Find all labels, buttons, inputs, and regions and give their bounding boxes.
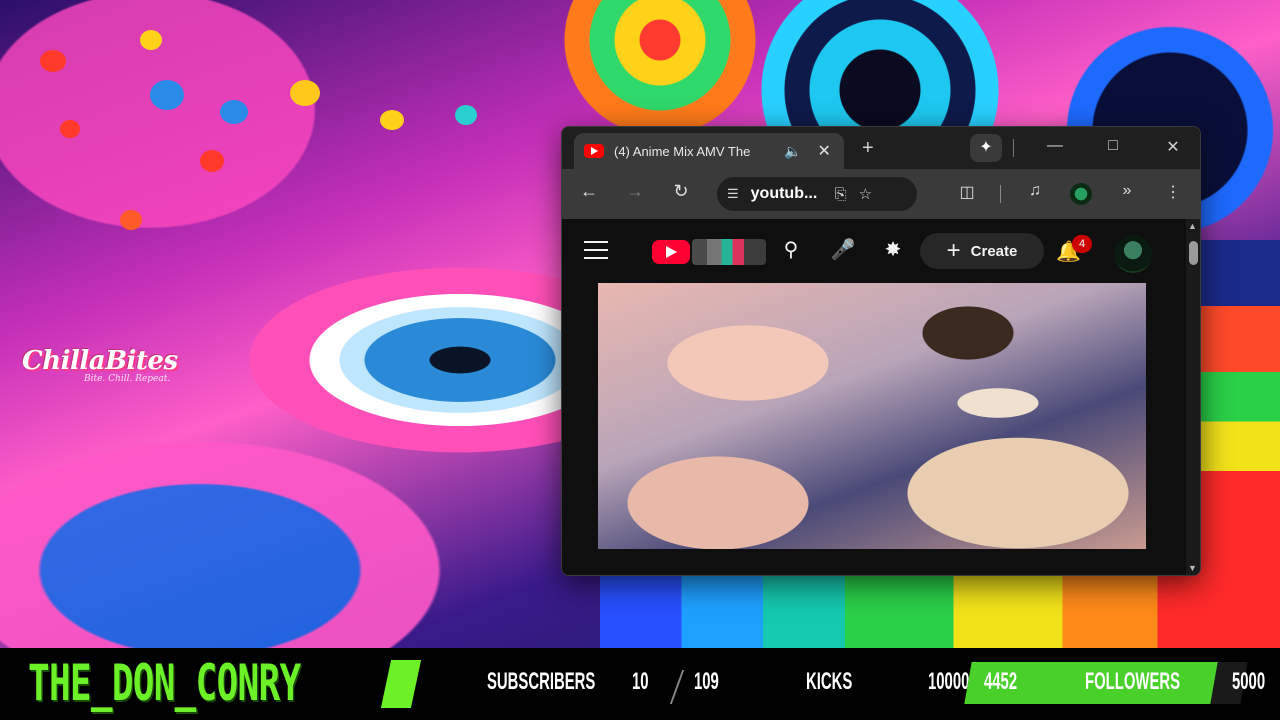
account-avatar[interactable]	[1114, 235, 1152, 273]
reload-icon[interactable]: ↻	[668, 181, 694, 202]
close-window-icon[interactable]: ✕	[1158, 137, 1188, 157]
youtube-header: ⚲ 🎤 ✸ + Create 🔔 4	[562, 219, 1186, 283]
paint-dot	[150, 80, 184, 110]
followers-current: 4452	[984, 668, 1018, 695]
youtube-doodle[interactable]	[692, 239, 766, 265]
subscribers-label: SUBSCRIBERS	[487, 668, 596, 695]
page-viewport: ⚲ 🎤 ✸ + Create 🔔 4 ▲ ▼	[562, 219, 1200, 575]
youtube-favicon-icon	[584, 144, 604, 158]
paint-dot	[380, 110, 404, 130]
gemini-sparkle-icon[interactable]: ✦	[970, 134, 1002, 162]
paint-dot	[220, 100, 248, 124]
notification-count-badge: 4	[1072, 235, 1092, 253]
scrollbar[interactable]	[1186, 219, 1200, 575]
youtube-logo-icon[interactable]	[652, 240, 690, 264]
bookmark-star-icon[interactable]: ☆	[859, 185, 872, 203]
install-app-icon[interactable]: ⎘	[835, 186, 847, 203]
url-text: youtub...	[750, 185, 818, 202]
tab-youtube[interactable]: (4) Anime Mix AMV The 🔈 ✕	[574, 133, 844, 169]
followers-goal: 5000	[1232, 668, 1266, 695]
forward-arrow-icon[interactable]: →	[622, 181, 648, 202]
kebab-menu-icon[interactable]: ⋮	[1160, 182, 1186, 202]
media-queue-icon[interactable]: ♫	[1022, 182, 1048, 200]
paint-dot	[200, 150, 224, 172]
video-player[interactable]	[598, 283, 1146, 549]
toolbar-divider	[1013, 139, 1014, 157]
background-swirl	[0, 0, 360, 260]
search-icon[interactable]: ⚲	[776, 237, 806, 262]
hamburger-menu-icon[interactable]	[584, 241, 608, 259]
new-tab-plus-icon[interactable]: +	[862, 137, 874, 160]
kicks-label: KICKS	[806, 668, 853, 695]
microphone-icon[interactable]: 🎤	[828, 237, 858, 262]
paint-dot	[120, 210, 142, 230]
paint-dot	[140, 30, 162, 50]
browser-window: (4) Anime Mix AMV The 🔈 ✕ + ✦ — □ ✕ ← → …	[561, 126, 1201, 576]
tab-strip: (4) Anime Mix AMV The 🔈 ✕ + ✦ — □ ✕	[562, 127, 1200, 169]
paint-dot	[40, 50, 66, 72]
color-band	[1200, 240, 1280, 570]
chillabites-logo: ChillaBites Bite. Chill. Repeat.	[22, 346, 192, 398]
plus-icon: +	[946, 237, 961, 264]
profile-avatar[interactable]	[1070, 183, 1092, 205]
create-label: Create	[970, 242, 1018, 260]
chevron-double-right-icon[interactable]: »	[1114, 182, 1140, 200]
paint-dot	[455, 105, 477, 125]
toolbar-divider	[1000, 185, 1001, 203]
background-swirl	[0, 420, 480, 648]
subscribers-current: 10	[632, 668, 649, 695]
create-button[interactable]: + Create	[920, 233, 1044, 269]
goal-divider	[669, 670, 685, 704]
scroll-down-icon[interactable]: ▼	[1188, 563, 1197, 573]
maximize-icon[interactable]: □	[1098, 137, 1128, 155]
back-arrow-icon[interactable]: ←	[576, 181, 602, 202]
subscribers-goal: 109	[694, 668, 719, 695]
kicks-goal: 10000	[928, 668, 970, 695]
minimize-icon[interactable]: —	[1040, 137, 1070, 155]
followers-label: FOLLOWERS	[1085, 668, 1181, 695]
paint-dot	[290, 80, 320, 106]
scroll-up-icon[interactable]: ▲	[1188, 221, 1197, 231]
stream-overlay-bar: THE_DON_CONRY SUBSCRIBERS 10 109 KICKS 1…	[0, 648, 1280, 720]
speaker-icon[interactable]: 🔈	[784, 143, 801, 160]
extensions-puzzle-icon[interactable]: ◫	[954, 182, 980, 202]
channel-name: THE_DON_CONRY	[28, 654, 301, 712]
logo-name: ChillaBites	[22, 346, 178, 376]
tab-title: (4) Anime Mix AMV The	[614, 143, 751, 159]
ask-sparkle-icon[interactable]: ✸	[878, 237, 908, 262]
close-tab-icon[interactable]: ✕	[817, 141, 830, 161]
accent-slash	[380, 660, 422, 708]
scrollbar-thumb[interactable]	[1189, 241, 1198, 265]
paint-dot	[60, 120, 80, 138]
site-info-icon[interactable]: ☰	[727, 186, 739, 202]
address-bar[interactable]: ☰ youtub... ⎘ ☆	[717, 177, 917, 211]
browser-toolbar: ← → ↻ ☰ youtub... ⎘ ☆ ◫ ♫ » ⋮	[562, 169, 1200, 219]
